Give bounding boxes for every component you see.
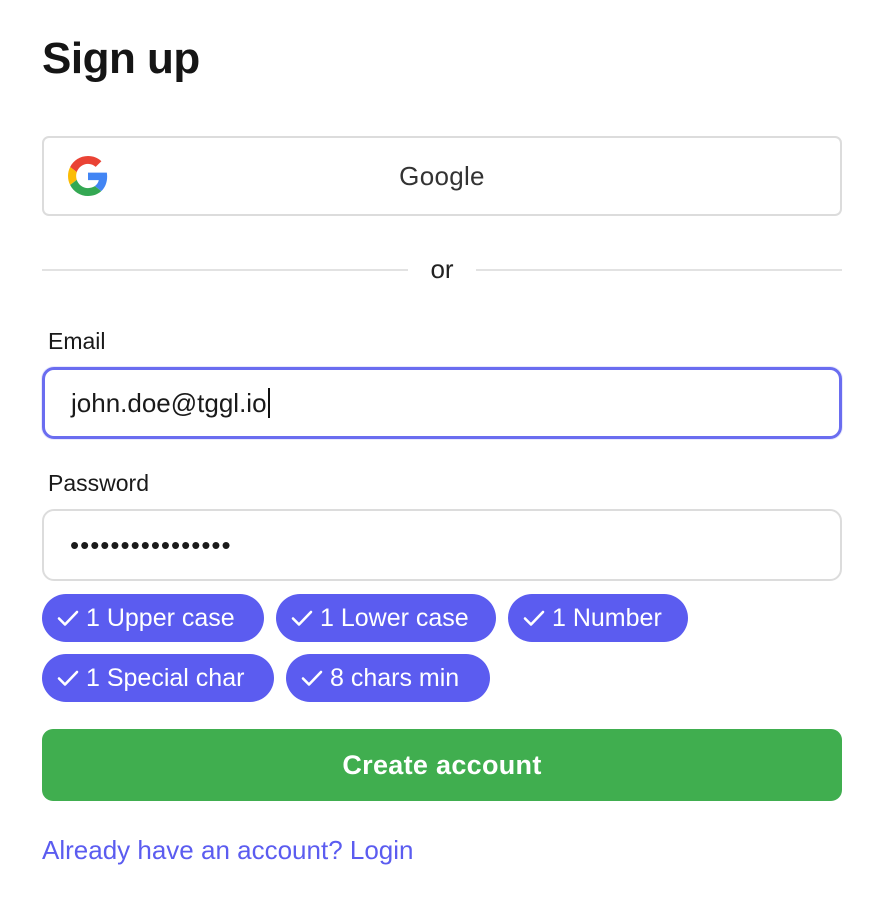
requirement-chip-min-length: 8 chars min: [286, 654, 490, 702]
requirement-chip-lower-case: 1 Lower case: [276, 594, 496, 642]
divider-line-left: [42, 269, 409, 271]
page-title: Sign up: [42, 34, 200, 83]
email-value: john.doe@tggl.io: [71, 387, 267, 418]
check-icon: [57, 610, 79, 626]
or-divider: or: [42, 250, 842, 290]
check-icon: [291, 610, 313, 626]
password-field[interactable]: ••••••••••••••••: [42, 509, 842, 581]
google-logo-icon: [68, 156, 108, 196]
requirement-chip-number: 1 Number: [508, 594, 688, 642]
password-label: Password: [48, 470, 149, 496]
check-icon: [523, 610, 545, 626]
requirement-label: 8 chars min: [330, 663, 460, 692]
email-label: Email: [48, 328, 106, 354]
login-link[interactable]: Already have an account? Login: [42, 835, 414, 866]
email-field[interactable]: john.doe@tggl.io: [42, 367, 842, 439]
google-signin-button[interactable]: Google: [42, 136, 842, 216]
create-account-button[interactable]: Create account: [42, 729, 842, 801]
check-icon: [57, 670, 79, 686]
requirement-chip-special-char: 1 Special char: [42, 654, 274, 702]
google-button-label: Google: [399, 160, 485, 191]
requirement-label: 1 Upper case: [86, 603, 235, 632]
requirement-label: 1 Special char: [86, 663, 245, 692]
divider-line-right: [475, 269, 842, 271]
requirement-label: 1 Number: [552, 603, 662, 632]
requirement-label: 1 Lower case: [320, 603, 469, 632]
check-icon: [301, 670, 323, 686]
text-caret: [267, 388, 270, 418]
password-value: ••••••••••••••••: [70, 529, 232, 560]
requirement-chip-upper-case: 1 Upper case: [42, 594, 264, 642]
signup-page: Sign up Google or Email john.doe@tggl.io…: [0, 0, 894, 914]
divider-text: or: [430, 253, 454, 284]
